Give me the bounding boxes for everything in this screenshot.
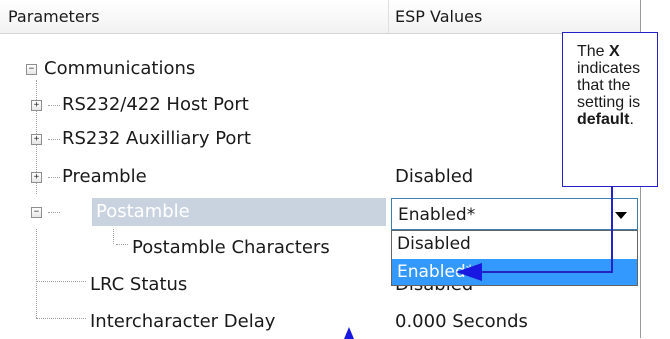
tree-row-intercharacter-delay[interactable]: Intercharacter Delay 0.000 Seconds <box>0 305 640 339</box>
header-esp-values[interactable]: ESP Values <box>395 7 482 26</box>
tree-line <box>48 212 60 214</box>
tree-label: Postamble Characters <box>132 237 330 258</box>
tree-label: Intercharacter Delay <box>90 311 276 332</box>
callout-pointer-line <box>480 271 613 273</box>
callout-text: The <box>577 43 605 60</box>
postamble-select[interactable]: Enabled* <box>391 198 638 230</box>
tree-row-preamble[interactable]: + Preamble Disabled <box>0 160 640 194</box>
tree-label: Postamble <box>96 201 190 222</box>
select-value: Enabled* <box>398 205 476 225</box>
dropdown-option-disabled[interactable]: Disabled <box>392 231 637 257</box>
tree-line <box>48 177 60 179</box>
collapse-icon[interactable]: − <box>31 207 42 218</box>
tree-line <box>48 105 60 107</box>
tree-label: Preamble <box>62 166 147 187</box>
arrow-left-icon <box>456 263 482 281</box>
header-separator[interactable] <box>388 0 389 33</box>
expand-icon[interactable]: + <box>31 172 42 183</box>
callout-text: . <box>629 111 634 128</box>
annotation-callout: The X indicates that the setting is defa… <box>562 32 658 187</box>
column-header: Parameters ESP Values <box>0 0 640 34</box>
header-parameters[interactable]: Parameters <box>8 7 100 26</box>
tree-row-rs232-auxilliary-port[interactable]: + RS232 Auxilliary Port <box>0 122 640 156</box>
tree-value[interactable]: 0.000 Seconds <box>395 311 528 332</box>
tree-row-communications[interactable]: − Communications <box>0 52 640 86</box>
expand-icon[interactable]: + <box>31 100 42 111</box>
parameter-tree-panel: Parameters ESP Values − Communications +… <box>0 0 641 338</box>
postamble-dropdown: Disabled Enabled* <box>391 230 638 286</box>
tree-line <box>48 139 60 141</box>
callout-text: indicates that the setting is <box>577 60 641 111</box>
chevron-down-icon[interactable] <box>615 212 627 219</box>
tree-label: Communications <box>44 58 196 79</box>
expand-icon[interactable]: + <box>31 134 42 145</box>
tree-value[interactable]: Disabled <box>395 166 473 187</box>
tree-row-rs232-422-host-port[interactable]: + RS232/422 Host Port <box>0 88 640 122</box>
callout-bold: default <box>577 111 630 128</box>
callout-pointer-line <box>611 187 613 272</box>
option-label: Disabled <box>397 234 471 254</box>
collapse-icon[interactable]: − <box>26 64 37 75</box>
tree-label: LRC Status <box>90 274 188 295</box>
callout-key: X <box>609 43 620 60</box>
arrow-up-icon <box>344 327 354 339</box>
tree-label: RS232 Auxilliary Port <box>62 128 251 149</box>
tree-label: RS232/422 Host Port <box>62 94 249 115</box>
